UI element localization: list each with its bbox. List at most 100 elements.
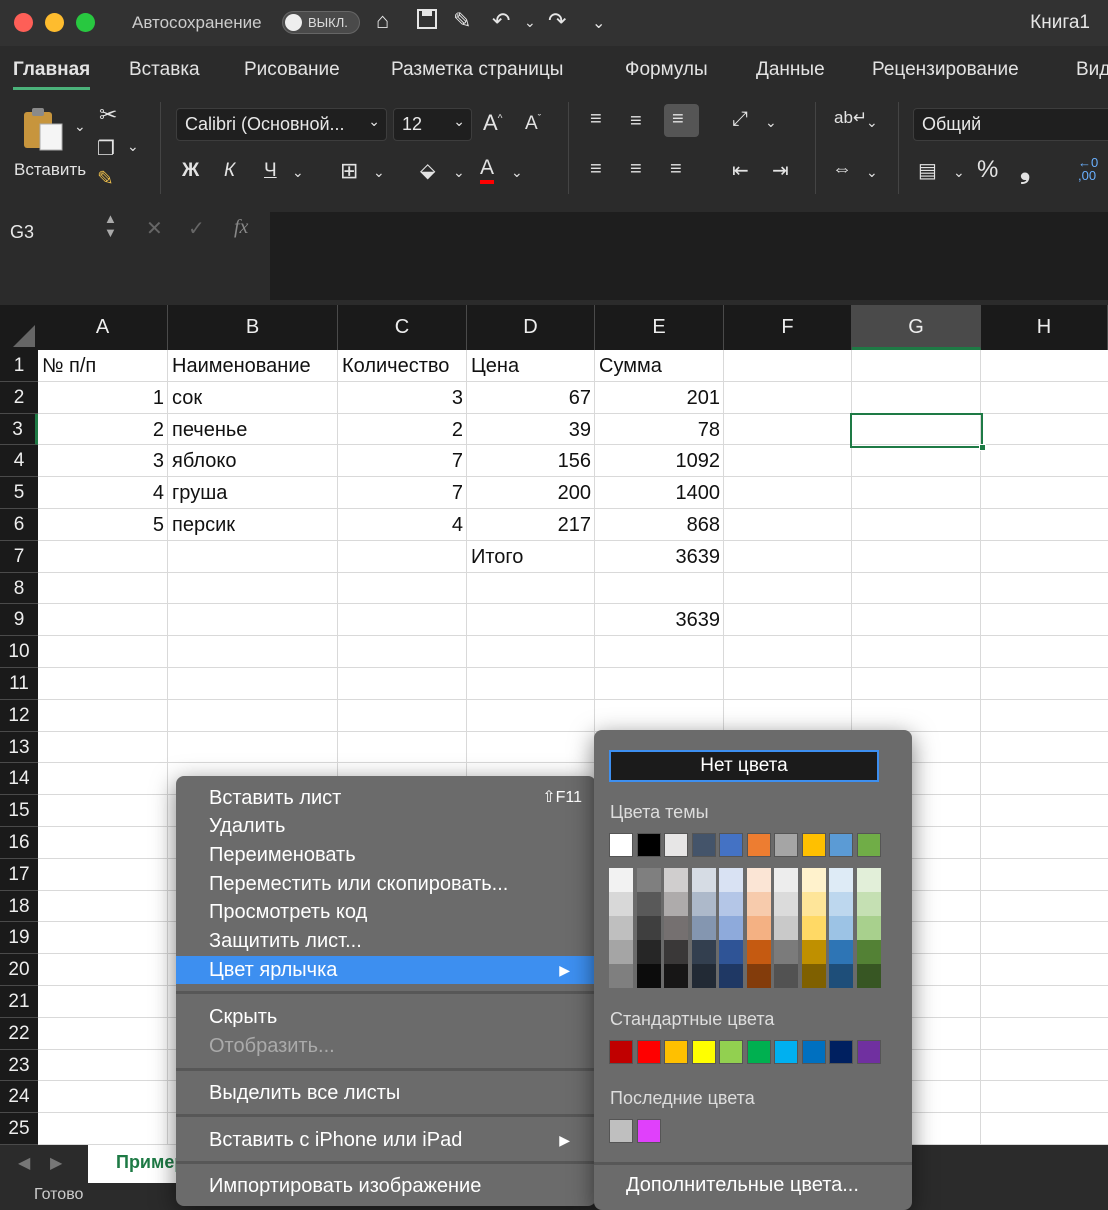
wrap-text-dropdown-icon[interactable]: ⌄ [866, 114, 878, 131]
theme-shade-swatch[interactable] [609, 892, 633, 916]
menu-item-move-copy[interactable]: Переместить или скопировать... [176, 870, 594, 898]
active-cell[interactable] [850, 413, 986, 451]
column-header-a[interactable]: A [38, 305, 168, 350]
row-header-11[interactable]: 11 [0, 668, 38, 700]
customize-toolbar-icon[interactable]: ⌄ [592, 13, 605, 33]
row-header-12[interactable]: 12 [0, 699, 38, 732]
cell-e6[interactable]: 868 [599, 509, 720, 541]
theme-shade-swatch[interactable] [856, 892, 881, 916]
row-header-22[interactable]: 22 [0, 1017, 38, 1050]
row-header-20[interactable]: 20 [0, 954, 38, 986]
cell-e9[interactable]: 3639 [599, 604, 721, 636]
menu-item-select-all-sheets[interactable]: Выделить все листы [176, 1079, 594, 1107]
theme-shade-swatch[interactable] [719, 868, 743, 892]
theme-color-swatch[interactable] [691, 833, 716, 857]
theme-color-swatch[interactable] [746, 833, 771, 857]
theme-shade-swatch[interactable] [636, 940, 661, 964]
cell-d4[interactable]: 156 [471, 445, 591, 477]
font-color-button[interactable]: A [480, 156, 495, 184]
orientation-dropdown-icon[interactable]: ⌄ [765, 114, 777, 131]
theme-shade-swatch[interactable] [856, 940, 881, 964]
next-sheet-icon[interactable]: ▶ [50, 1153, 62, 1173]
row-header-7[interactable]: 7 [0, 540, 38, 573]
font-color-dropdown-icon[interactable]: ⌄ [511, 164, 523, 181]
standard-color-swatch[interactable] [691, 1040, 716, 1064]
cell-e4[interactable]: 1092 [599, 445, 721, 477]
row-header-13[interactable]: 13 [0, 731, 38, 764]
theme-shade-swatch[interactable] [746, 940, 771, 964]
borders-dropdown-icon[interactable]: ⌄ [373, 164, 385, 181]
cell-c3[interactable]: 2 [342, 414, 463, 446]
font-size-select[interactable]: 12 ⌄ [393, 108, 472, 141]
increase-font-icon[interactable]: A^ [483, 110, 502, 136]
row-header-4[interactable]: 4 [0, 445, 38, 478]
cell-d6[interactable]: 217 [471, 509, 591, 541]
theme-shade-swatch[interactable] [691, 916, 716, 940]
theme-shade-swatch[interactable] [664, 916, 688, 940]
font-name-select[interactable]: Calibri (Основной... ⌄ [176, 108, 387, 141]
cell-b6[interactable]: персик [172, 509, 334, 541]
theme-shade-swatch[interactable] [829, 940, 853, 964]
column-header-b[interactable]: B [168, 305, 338, 350]
tab-draw[interactable]: Рисование [244, 59, 340, 81]
autosave-toggle[interactable]: ВЫКЛ. [282, 11, 360, 34]
cell-b4[interactable]: яблоко [172, 445, 334, 477]
theme-shade-swatch[interactable] [801, 964, 826, 988]
tab-insert[interactable]: Вставка [129, 59, 200, 81]
theme-color-swatch[interactable] [774, 833, 798, 857]
cell-a6[interactable]: 5 [42, 509, 164, 541]
no-color-button[interactable]: Нет цвета [609, 750, 879, 782]
cell-b1[interactable]: Наименование [172, 350, 334, 382]
align-left-icon[interactable]: ≡ [590, 158, 602, 181]
theme-shade-swatch[interactable] [746, 892, 771, 916]
row-header-18[interactable]: 18 [0, 890, 38, 923]
name-box-stepper-icon[interactable]: ▲ ▼ [104, 212, 117, 240]
tab-formulas[interactable]: Формулы [625, 59, 708, 81]
theme-color-swatch[interactable] [856, 833, 881, 857]
cell-a2[interactable]: 1 [42, 382, 164, 414]
cell-a4[interactable]: 3 [42, 445, 164, 477]
standard-color-swatch[interactable] [746, 1040, 771, 1064]
menu-item-view-code[interactable]: Просмотреть код [176, 898, 594, 926]
theme-shade-swatch[interactable] [829, 892, 853, 916]
tab-view[interactable]: Вид [1076, 59, 1108, 81]
cell-b2[interactable]: сок [172, 382, 334, 414]
cell-c5[interactable]: 7 [342, 477, 463, 509]
cell-d3[interactable]: 39 [471, 414, 591, 446]
theme-shade-swatch[interactable] [609, 964, 633, 988]
column-header-h[interactable]: H [981, 305, 1108, 350]
tab-review[interactable]: Рецензирование [872, 59, 1019, 81]
row-header-21[interactable]: 21 [0, 986, 38, 1018]
row-header-9[interactable]: 9 [0, 604, 38, 637]
theme-shade-swatch[interactable] [856, 964, 881, 988]
fill-color-dropdown-icon[interactable]: ⌄ [453, 164, 465, 181]
theme-shade-swatch[interactable] [801, 868, 826, 892]
theme-shade-swatch[interactable] [636, 868, 661, 892]
standard-color-swatch[interactable] [774, 1040, 798, 1064]
standard-color-swatch[interactable] [664, 1040, 688, 1064]
theme-shade-swatch[interactable] [609, 868, 633, 892]
row-header-10[interactable]: 10 [0, 636, 38, 668]
theme-shade-swatch[interactable] [774, 868, 798, 892]
theme-shade-swatch[interactable] [801, 916, 826, 940]
edit-doc-icon[interactable]: ✎ [453, 8, 471, 34]
menu-item-insert-sheet[interactable]: Вставить лист ⇧F11 [176, 784, 594, 812]
row-header-15[interactable]: 15 [0, 795, 38, 827]
fill-handle[interactable] [979, 444, 986, 451]
select-all-button[interactable] [0, 305, 38, 350]
row-header-6[interactable]: 6 [0, 509, 38, 541]
theme-shade-swatch[interactable] [801, 892, 826, 916]
standard-color-swatch[interactable] [856, 1040, 881, 1064]
theme-shade-swatch[interactable] [801, 940, 826, 964]
wrap-text-icon[interactable]: ab↵ [834, 108, 867, 128]
cell-b5[interactable]: груша [172, 477, 334, 509]
insert-function-button[interactable]: fx [234, 216, 248, 239]
theme-shade-swatch[interactable] [719, 940, 743, 964]
standard-color-swatch[interactable] [801, 1040, 826, 1064]
standard-color-swatch[interactable] [609, 1040, 633, 1064]
theme-shade-swatch[interactable] [829, 916, 853, 940]
number-format-select[interactable]: Общий [913, 108, 1108, 141]
row-header-1[interactable]: 1 [0, 350, 38, 382]
format-painter-icon[interactable]: ✎ [97, 166, 114, 191]
theme-shade-swatch[interactable] [774, 940, 798, 964]
